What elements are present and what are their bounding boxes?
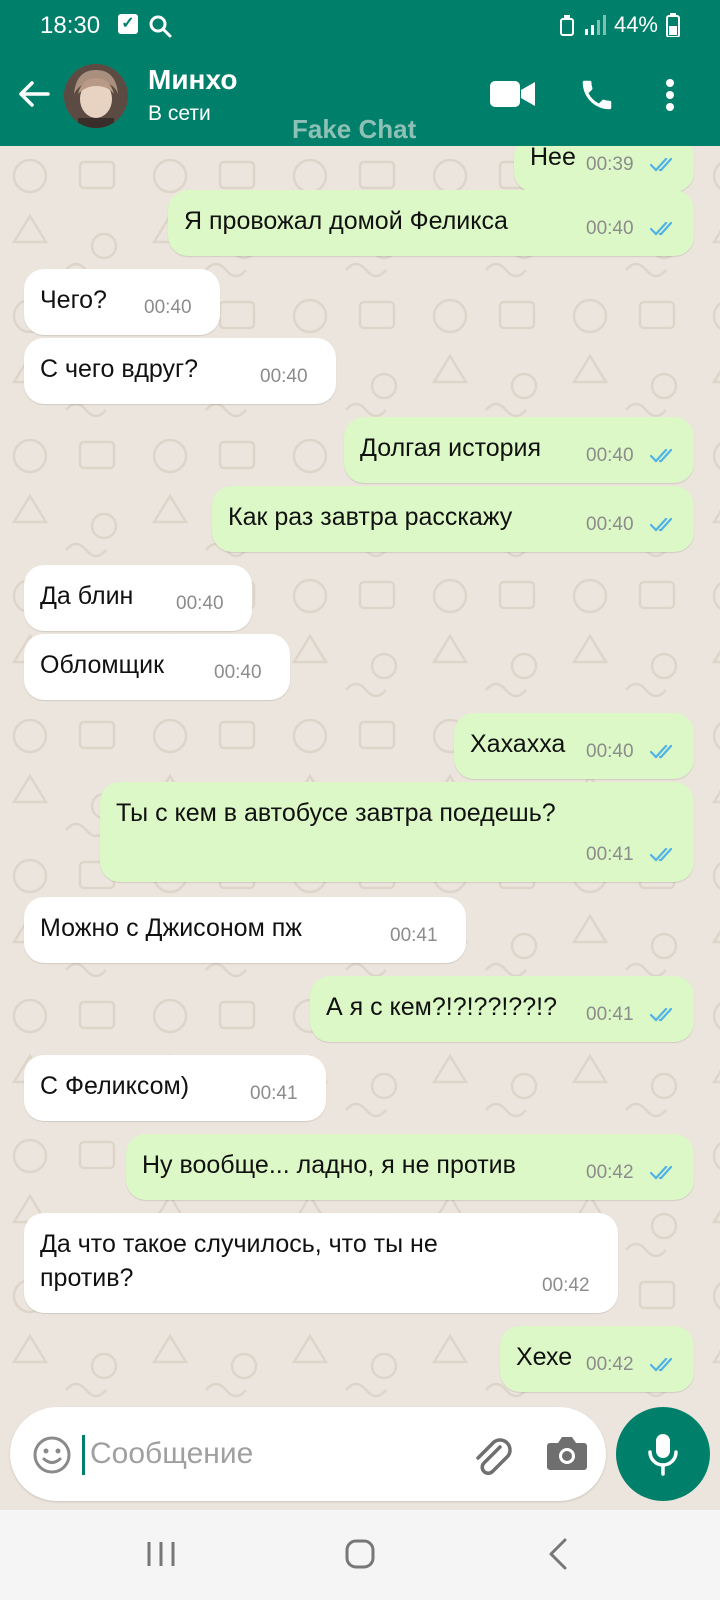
battery-icon <box>666 13 680 37</box>
message-incoming[interactable]: Можно с Джисоном пж 00:41 <box>24 897 466 963</box>
message-outgoing[interactable]: А я с кем?!?!??!??!? 00:41 <box>310 976 694 1042</box>
contact-name[interactable]: Минхо <box>148 64 237 96</box>
chat-header: Минхо В сети Fake Chat <box>0 52 720 146</box>
read-receipt-icon <box>650 221 673 236</box>
recent-apps-icon[interactable] <box>146 1540 176 1568</box>
message-time: 00:39 <box>586 154 634 175</box>
video-call-icon[interactable] <box>490 78 536 110</box>
back-icon[interactable] <box>548 1538 568 1570</box>
more-options-icon[interactable] <box>664 78 676 112</box>
emoji-icon[interactable] <box>32 1435 72 1475</box>
phone-call-icon[interactable] <box>578 76 616 114</box>
message-incoming[interactable]: Чего? 00:40 <box>24 269 220 335</box>
search-notification-icon <box>149 15 172 38</box>
contact-avatar[interactable] <box>64 64 128 128</box>
message-time: 00:40 <box>260 366 308 387</box>
message-outgoing[interactable]: Долгая история 00:40 <box>344 417 694 483</box>
read-receipt-icon <box>650 1007 673 1022</box>
message-input[interactable]: Сообщение <box>90 1437 253 1471</box>
read-receipt-icon <box>650 847 673 862</box>
message-time: 00:42 <box>586 1162 634 1183</box>
watermark: Fake Chat <box>292 114 417 144</box>
message-outgoing[interactable]: Как раз завтра расскажу 00:40 <box>212 486 694 552</box>
system-navigation-bar <box>0 1510 720 1600</box>
message-input-bar[interactable]: Сообщение <box>10 1407 606 1501</box>
message-incoming[interactable]: Да что такое случилось, что ты не против… <box>24 1213 618 1313</box>
message-outgoing[interactable]: Ну вообще... ладно, я не против 00:42 <box>126 1134 694 1200</box>
message-time: 00:40 <box>586 218 634 239</box>
message-text: Хахахха <box>470 730 566 758</box>
read-receipt-icon <box>650 1357 673 1372</box>
message-incoming[interactable]: С Феликсом) 00:41 <box>24 1055 326 1121</box>
camera-icon[interactable] <box>546 1435 588 1471</box>
message-time: 00:41 <box>390 925 438 946</box>
read-receipt-icon <box>650 448 673 463</box>
message-incoming[interactable]: С чего вдруг? 00:40 <box>24 338 336 404</box>
read-receipt-icon <box>650 157 673 172</box>
message-time: 00:40 <box>214 662 262 683</box>
recycle-icon <box>559 15 574 36</box>
message-incoming[interactable]: Обломщик 00:40 <box>24 634 290 700</box>
signal-icon <box>584 15 606 35</box>
attach-icon[interactable] <box>470 1433 514 1477</box>
back-arrow-icon[interactable] <box>14 74 54 114</box>
message-time: 00:42 <box>586 1354 634 1375</box>
message-outgoing[interactable]: Хехе 00:42 <box>500 1326 694 1392</box>
message-time: 00:40 <box>586 445 634 466</box>
message-outgoing[interactable]: Нее 00:39 <box>514 146 694 192</box>
message-list[interactable]: Нее 00:39 Я провожал домой Феликса 00:40… <box>0 146 720 1406</box>
home-icon[interactable] <box>344 1538 376 1570</box>
message-outgoing[interactable]: Ты с кем в автобусе завтра поедешь? 00:4… <box>100 782 694 882</box>
message-text: Можно с Джисоном пж <box>40 914 302 942</box>
text-cursor <box>82 1435 85 1475</box>
read-receipt-icon <box>650 1165 673 1180</box>
message-time: 00:40 <box>176 593 224 614</box>
message-time: 00:41 <box>586 1004 634 1025</box>
read-receipt-icon <box>650 744 673 759</box>
message-time: 00:41 <box>250 1083 298 1104</box>
status-bar: 18:30 ✓ 44% <box>0 0 720 52</box>
contact-status: В сети <box>148 102 211 125</box>
battery-percent: 44% <box>613 12 658 37</box>
message-time: 00:40 <box>586 741 634 762</box>
message-outgoing[interactable]: Я провожал домой Феликса 00:40 <box>168 190 694 256</box>
voice-message-button[interactable] <box>616 1407 710 1501</box>
message-time: 00:40 <box>144 297 192 318</box>
message-time: 00:40 <box>586 514 634 535</box>
message-text: Да что такое случилось, что ты не против… <box>40 1230 438 1292</box>
message-time: 00:41 <box>586 844 634 865</box>
message-time: 00:42 <box>542 1275 590 1296</box>
message-incoming[interactable]: Да блин 00:40 <box>24 565 252 631</box>
status-time: 18:30 <box>40 12 101 39</box>
read-receipt-icon <box>650 517 673 532</box>
microphone-icon <box>648 1434 678 1476</box>
message-text: Ты с кем в автобусе завтра поедешь? <box>116 799 556 827</box>
message-outgoing[interactable]: Хахахха 00:40 <box>454 713 694 779</box>
notification-check-icon: ✓ <box>118 14 138 34</box>
